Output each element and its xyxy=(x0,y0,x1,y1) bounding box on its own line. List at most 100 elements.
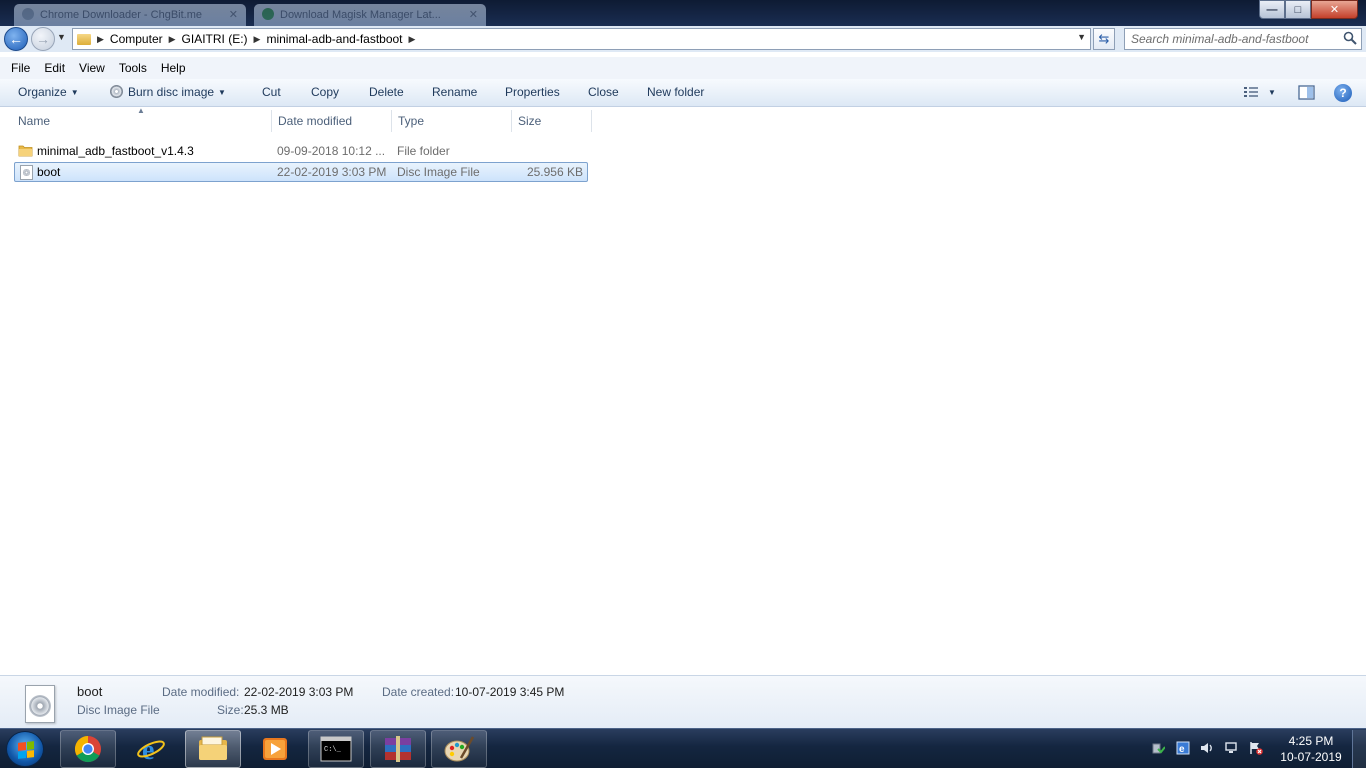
column-header-date-modified[interactable]: Date modified xyxy=(278,114,352,128)
window-controls: — □ ✕ xyxy=(1259,0,1358,19)
background-tab[interactable]: Chrome Downloader - ChgBit.me ✕ xyxy=(14,4,246,26)
search-icon[interactable] xyxy=(1343,31,1357,45)
details-size-value: 25.3 MB xyxy=(244,703,289,717)
cut-button[interactable]: Cut xyxy=(262,85,281,99)
refresh-icon: ⇆ xyxy=(1098,31,1110,46)
winrar-icon xyxy=(385,736,411,762)
column-divider[interactable] xyxy=(591,110,592,132)
background-tab[interactable]: Download Magisk Manager Lat... ✕ xyxy=(254,4,486,26)
minimize-button[interactable]: — xyxy=(1259,0,1285,19)
volume-icon[interactable] xyxy=(1200,741,1214,755)
breadcrumb-arrow-icon[interactable]: ▶ xyxy=(169,34,176,45)
tab-favicon-icon xyxy=(22,8,34,20)
column-header-size[interactable]: Size xyxy=(518,114,541,128)
address-bar[interactable]: ▶ Computer ▶ GIAITRI (E:) ▶ minimal-adb-… xyxy=(72,28,1091,50)
address-dropdown-icon[interactable]: ▼ xyxy=(1077,32,1086,42)
file-date-modified: 22-02-2019 3:03 PM xyxy=(277,165,387,179)
burn-disc-image-label: Burn disc image xyxy=(128,85,215,99)
maximize-button[interactable]: □ xyxy=(1285,0,1311,19)
menu-edit[interactable]: Edit xyxy=(37,61,72,75)
internet-explorer-icon: e xyxy=(137,735,165,764)
file-size: 25.956 KB xyxy=(526,165,583,179)
taskbar-media-player[interactable] xyxy=(247,730,303,768)
breadcrumb-arrow-icon[interactable]: ▶ xyxy=(409,34,416,45)
taskbar-chrome[interactable] xyxy=(60,730,116,768)
column-header-name[interactable]: Name xyxy=(18,114,50,128)
properties-button[interactable]: Properties xyxy=(505,85,560,99)
details-date-modified-value: 22-02-2019 3:03 PM xyxy=(244,685,354,699)
svg-text:e: e xyxy=(142,735,154,764)
breadcrumb-arrow-icon[interactable]: ▶ xyxy=(97,34,104,45)
forward-button[interactable]: → xyxy=(31,27,55,51)
tab-close-icon[interactable]: ✕ xyxy=(469,8,478,21)
organize-button[interactable]: Organize ▼ xyxy=(18,85,79,99)
taskbar-winrar[interactable] xyxy=(370,730,426,768)
paint-icon xyxy=(444,736,475,762)
show-desktop-button[interactable] xyxy=(1352,730,1366,768)
menu-tools[interactable]: Tools xyxy=(112,61,154,75)
windows-logo-icon xyxy=(18,741,34,759)
svg-text:C:\_: C:\_ xyxy=(324,746,342,754)
menu-view[interactable]: View xyxy=(72,61,112,75)
new-folder-button[interactable]: New folder xyxy=(647,85,704,99)
details-date-created-value: 10-07-2019 3:45 PM xyxy=(455,685,565,699)
taskbar-paint[interactable] xyxy=(431,730,487,768)
command-prompt-icon: C:\_ xyxy=(320,736,352,762)
breadcrumb-arrow-icon[interactable]: ▶ xyxy=(254,34,261,45)
help-icon[interactable]: ? xyxy=(1334,84,1352,102)
network-icon[interactable] xyxy=(1225,741,1239,755)
refresh-button[interactable]: ⇆ xyxy=(1093,28,1115,50)
sort-ascending-icon: ▲ xyxy=(137,106,145,115)
antivirus-tray-icon[interactable]: e xyxy=(1176,741,1190,755)
file-row[interactable]: minimal_adb_fastboot_v1.4.3 09-09-2018 1… xyxy=(14,141,588,161)
menu-help[interactable]: Help xyxy=(154,61,193,75)
taskbar-internet-explorer[interactable]: e xyxy=(123,730,179,768)
search-box xyxy=(1124,28,1362,50)
background-tab-title: Chrome Downloader - ChgBit.me xyxy=(40,9,203,21)
column-divider[interactable] xyxy=(271,110,272,132)
tab-favicon-icon xyxy=(262,8,274,20)
details-file-name: boot xyxy=(77,684,103,699)
view-options-chevron-down-icon[interactable]: ▼ xyxy=(1268,88,1276,97)
file-type: File folder xyxy=(397,144,450,158)
disc-image-icon xyxy=(20,165,33,180)
recent-pages-dropdown[interactable]: ▼ xyxy=(57,32,66,42)
column-divider[interactable] xyxy=(391,110,392,132)
taskbar-windows-explorer[interactable] xyxy=(185,730,241,768)
details-date-created-label: Date created: xyxy=(382,685,455,699)
details-size-label: Size: xyxy=(217,703,244,717)
column-divider[interactable] xyxy=(511,110,512,132)
disc-image-icon xyxy=(25,685,55,723)
menu-file[interactable]: File xyxy=(4,61,37,75)
burn-disc-icon xyxy=(110,85,123,98)
close-button[interactable]: Close xyxy=(588,85,619,99)
taskbar-command-prompt[interactable]: C:\_ xyxy=(308,730,364,768)
tab-close-icon[interactable]: ✕ xyxy=(229,8,238,21)
column-header-type[interactable]: Type xyxy=(398,114,424,128)
details-date-modified-label: Date modified: xyxy=(162,685,240,699)
back-button[interactable]: ← xyxy=(4,27,28,51)
copy-button[interactable]: Copy xyxy=(311,85,339,99)
start-button[interactable] xyxy=(6,731,44,767)
delete-button[interactable]: Delete xyxy=(369,85,404,99)
action-center-icon[interactable] xyxy=(1249,741,1263,755)
windows-explorer-icon xyxy=(199,736,227,760)
search-input[interactable] xyxy=(1131,32,1336,46)
background-window-strip: Chrome Downloader - ChgBit.me ✕ Download… xyxy=(0,0,1366,26)
file-row-selected[interactable]: boot 22-02-2019 3:03 PM Disc Image File … xyxy=(14,162,588,182)
chevron-down-icon: ▼ xyxy=(218,88,226,97)
preview-pane-icon[interactable] xyxy=(1298,85,1315,100)
close-window-button[interactable]: ✕ xyxy=(1311,0,1358,19)
breadcrumb-computer[interactable]: Computer xyxy=(110,32,163,46)
taskbar-clock[interactable]: 4:25 PM 10-07-2019 xyxy=(1276,733,1346,765)
safely-remove-hardware-icon[interactable] xyxy=(1151,741,1165,755)
breadcrumb-drive[interactable]: GIAITRI (E:) xyxy=(182,32,248,46)
file-date-modified: 09-09-2018 10:12 ... xyxy=(277,144,386,158)
change-view-icon[interactable] xyxy=(1243,85,1259,99)
rename-button[interactable]: Rename xyxy=(432,85,477,99)
chrome-icon xyxy=(74,735,101,763)
breadcrumb-current-folder[interactable]: minimal-adb-and-fastboot xyxy=(266,32,402,46)
address-row: ← → ▼ ▶ Computer ▶ GIAITRI (E:) ▶ minima… xyxy=(0,26,1366,52)
burn-disc-image-button[interactable]: Burn disc image ▼ xyxy=(110,85,226,99)
chevron-down-icon: ▼ xyxy=(70,88,79,97)
